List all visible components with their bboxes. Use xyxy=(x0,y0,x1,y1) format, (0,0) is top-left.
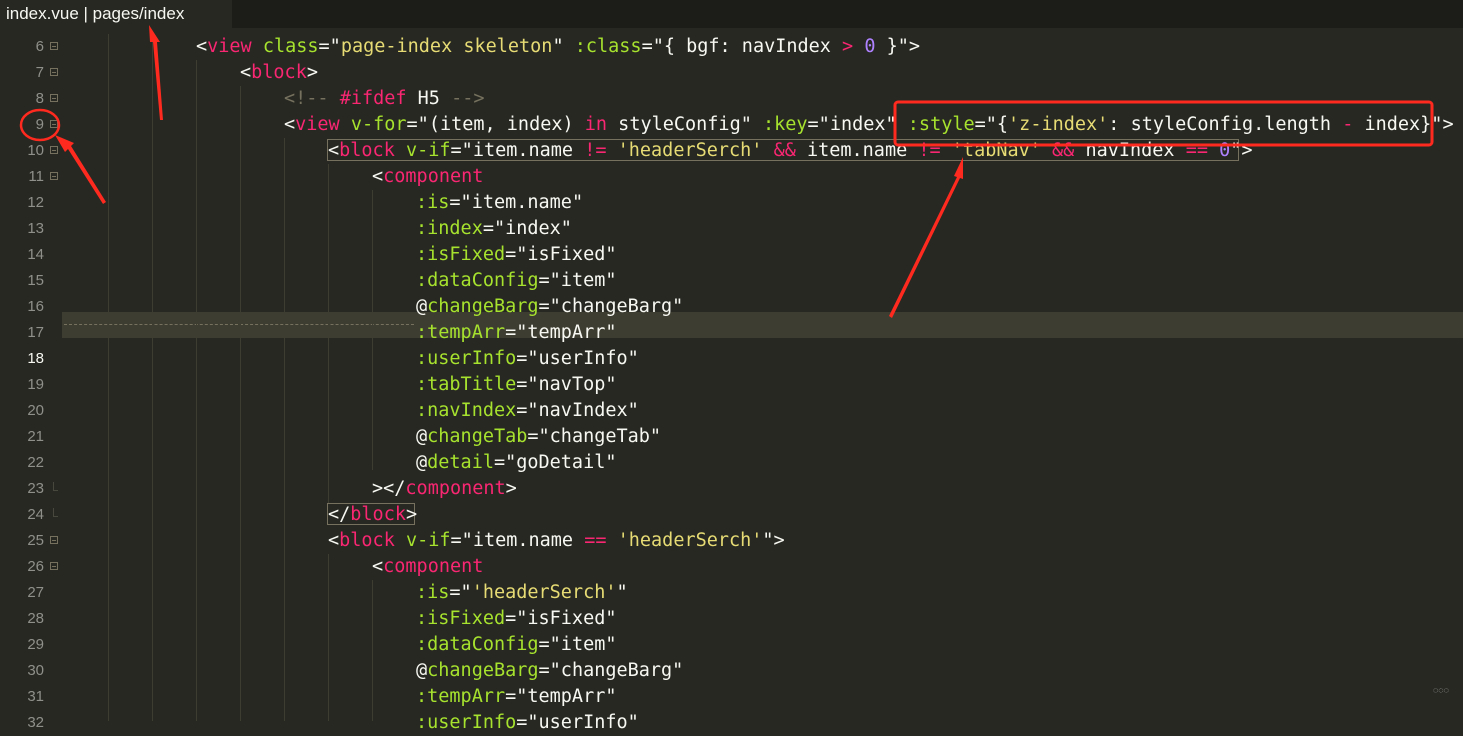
code-text[interactable]: @detail="goDetail" xyxy=(416,450,617,476)
code-text[interactable]: <block v-if="item.name == 'headerSerch'"… xyxy=(328,528,785,554)
code-line[interactable]: 22 @detail="goDetail" xyxy=(0,450,1463,476)
line-number[interactable]: 8 xyxy=(0,86,44,112)
code-line[interactable]: 9 <view v-for="(item, index) in styleConf… xyxy=(0,112,1463,138)
line-number[interactable]: 9 xyxy=(0,112,44,138)
line-number[interactable]: 26 xyxy=(0,554,44,580)
line-number[interactable]: 31 xyxy=(0,684,44,710)
fold-end-marker xyxy=(53,482,58,491)
line-number[interactable]: 14 xyxy=(0,242,44,268)
code-text[interactable]: <component xyxy=(372,164,483,190)
line-number[interactable]: 16 xyxy=(0,294,44,320)
watermark-logo: ◌◌◌ xyxy=(1432,685,1449,695)
code-text[interactable]: @changeBarg="changeBarg" xyxy=(416,658,683,684)
code-text[interactable]: :dataConfig="item" xyxy=(416,632,617,658)
code-line[interactable]: 28 :isFixed="isFixed" xyxy=(0,606,1463,632)
code-line[interactable]: 6 <view class="page-index skeleton" :clas… xyxy=(0,34,1463,60)
line-number[interactable]: 17 xyxy=(0,320,44,346)
code-text[interactable]: :navIndex="navIndex" xyxy=(416,398,639,424)
code-text[interactable]: </block> xyxy=(328,502,417,528)
code-line[interactable]: 18 :userInfo="userInfo" xyxy=(0,346,1463,372)
code-text[interactable]: :is="item.name" xyxy=(416,190,583,216)
file-tab-title: index.vue | pages/index xyxy=(6,4,185,23)
code-line[interactable]: 19 :tabTitle="navTop" xyxy=(0,372,1463,398)
line-number[interactable]: 20 xyxy=(0,398,44,424)
code-text[interactable]: <view class="page-index skeleton" :class… xyxy=(196,34,920,60)
line-number[interactable]: 23 xyxy=(0,476,44,502)
code-line[interactable]: 26 <component xyxy=(0,554,1463,580)
code-line[interactable]: 13 :index="index" xyxy=(0,216,1463,242)
fold-toggle-icon[interactable] xyxy=(50,94,58,102)
code-line[interactable]: 11 <component xyxy=(0,164,1463,190)
line-number[interactable]: 25 xyxy=(0,528,44,554)
code-text[interactable]: :isFixed="isFixed" xyxy=(416,242,617,268)
code-line[interactable]: 10 <block v-if="item.name != 'headerSerch… xyxy=(0,138,1463,164)
code-text[interactable]: :tabTitle="navTop" xyxy=(416,372,617,398)
line-number[interactable]: 19 xyxy=(0,372,44,398)
fold-toggle-icon[interactable] xyxy=(50,42,58,50)
tab-bar-background xyxy=(232,0,1463,28)
code-line[interactable]: 15 :dataConfig="item" xyxy=(0,268,1463,294)
code-line[interactable]: 14 :isFixed="isFixed" xyxy=(0,242,1463,268)
line-number[interactable]: 21 xyxy=(0,424,44,450)
code-line[interactable]: 20 :navIndex="navIndex" xyxy=(0,398,1463,424)
line-number[interactable]: 28 xyxy=(0,606,44,632)
code-text[interactable]: @changeTab="changeTab" xyxy=(416,424,661,450)
line-number[interactable]: 29 xyxy=(0,632,44,658)
line-number[interactable]: 13 xyxy=(0,216,44,242)
code-line[interactable]: 27 :is="'headerSerch'" xyxy=(0,580,1463,606)
fold-toggle-icon[interactable] xyxy=(50,68,58,76)
code-line[interactable]: 29 :dataConfig="item" xyxy=(0,632,1463,658)
code-text[interactable]: <component xyxy=(372,554,483,580)
code-text[interactable]: <!-- #ifdef H5 --> xyxy=(284,86,485,112)
code-text[interactable]: <block> xyxy=(240,60,318,86)
line-number[interactable]: 7 xyxy=(0,60,44,86)
code-text[interactable]: :userInfo="userInfo" xyxy=(416,346,639,372)
line-number[interactable]: 15 xyxy=(0,268,44,294)
code-text[interactable]: :index="index" xyxy=(416,216,572,242)
code-line[interactable]: 7 <block> xyxy=(0,60,1463,86)
fold-end-marker xyxy=(53,508,58,517)
code-line[interactable]: 12 :is="item.name" xyxy=(0,190,1463,216)
code-line[interactable]: 30 @changeBarg="changeBarg" xyxy=(0,658,1463,684)
code-line[interactable]: 24 </block> xyxy=(0,502,1463,528)
code-text[interactable]: :tempArr="tempArr" xyxy=(416,320,617,346)
code-line[interactable]: 16 @changeBarg="changeBarg" xyxy=(0,294,1463,320)
fold-toggle-icon[interactable] xyxy=(50,562,58,570)
code-text[interactable]: :is="'headerSerch'" xyxy=(416,580,628,606)
fold-toggle-icon[interactable] xyxy=(50,120,58,128)
fold-toggle-icon[interactable] xyxy=(50,536,58,544)
line-number[interactable]: 10 xyxy=(0,138,44,164)
file-tab[interactable]: index.vue | pages/index xyxy=(0,0,232,28)
line-number[interactable]: 27 xyxy=(0,580,44,606)
code-editor[interactable]: 6 <view class="page-index skeleton" :clas… xyxy=(0,34,1463,733)
code-text[interactable]: ></component> xyxy=(372,476,517,502)
code-text[interactable]: :userInfo="userInfo" xyxy=(416,710,639,736)
line-number[interactable]: 30 xyxy=(0,658,44,684)
code-text[interactable]: :dataConfig="item" xyxy=(416,268,617,294)
code-line[interactable]: 21 @changeTab="changeTab" xyxy=(0,424,1463,450)
code-text[interactable]: :isFixed="isFixed" xyxy=(416,606,617,632)
code-text[interactable]: @changeBarg="changeBarg" xyxy=(416,294,683,320)
line-number[interactable]: 32 xyxy=(0,710,44,736)
code-line[interactable]: 23 ></component> xyxy=(0,476,1463,502)
code-line[interactable]: 31 :tempArr="tempArr" xyxy=(0,684,1463,710)
code-text[interactable]: <block v-if="item.name != 'headerSerch' … xyxy=(328,138,1253,164)
code-line[interactable]: 25 <block v-if="item.name == 'headerSerch… xyxy=(0,528,1463,554)
line-number[interactable]: 6 xyxy=(0,34,44,60)
code-text[interactable]: <view v-for="(item, index) in styleConfi… xyxy=(284,112,1454,138)
code-line[interactable]: 8 <!-- #ifdef H5 --> xyxy=(0,86,1463,112)
line-number[interactable]: 22 xyxy=(0,450,44,476)
line-number[interactable]: 12 xyxy=(0,190,44,216)
line-number[interactable]: 24 xyxy=(0,502,44,528)
code-text[interactable]: :tempArr="tempArr" xyxy=(416,684,617,710)
code-line[interactable]: 17 :tempArr="tempArr" xyxy=(0,320,1463,346)
line-number[interactable]: 11 xyxy=(0,164,44,190)
line-number[interactable]: 18 xyxy=(0,346,44,372)
fold-toggle-icon[interactable] xyxy=(50,172,58,180)
fold-toggle-icon[interactable] xyxy=(50,146,58,154)
code-line[interactable]: 32 :userInfo="userInfo" xyxy=(0,710,1463,736)
